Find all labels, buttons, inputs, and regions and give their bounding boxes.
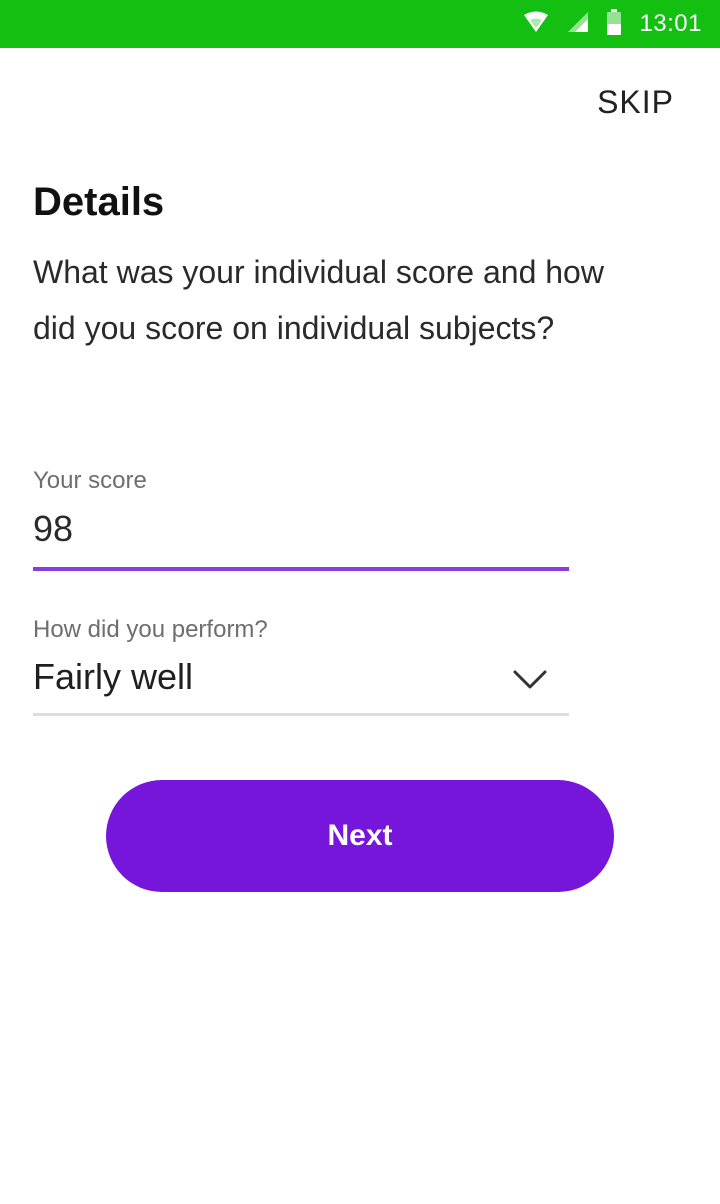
question-text: What was your individual score and how d… <box>33 254 604 346</box>
score-input-underline <box>33 567 569 571</box>
status-icons: 13:01 <box>523 0 702 48</box>
performance-dropdown[interactable]: Fairly well <box>33 656 193 698</box>
status-bar: 13:01 <box>0 0 720 48</box>
score-field-label: Your score <box>33 467 147 494</box>
performance-dropdown-underline <box>33 713 569 716</box>
performance-field-label: How did you perform? <box>33 616 268 643</box>
screen: 13:01 SKIP Details What was your individ… <box>0 0 720 1204</box>
battery-icon <box>607 8 622 40</box>
skip-button[interactable]: SKIP <box>597 84 674 121</box>
wifi-icon <box>523 11 549 38</box>
page-title: Details <box>33 180 165 224</box>
cell-signal-icon <box>567 11 589 38</box>
chevron-down-icon[interactable] <box>512 664 548 694</box>
status-time: 13:01 <box>639 10 702 37</box>
score-input[interactable]: 98 <box>33 508 73 550</box>
next-button[interactable]: Next <box>106 780 614 892</box>
